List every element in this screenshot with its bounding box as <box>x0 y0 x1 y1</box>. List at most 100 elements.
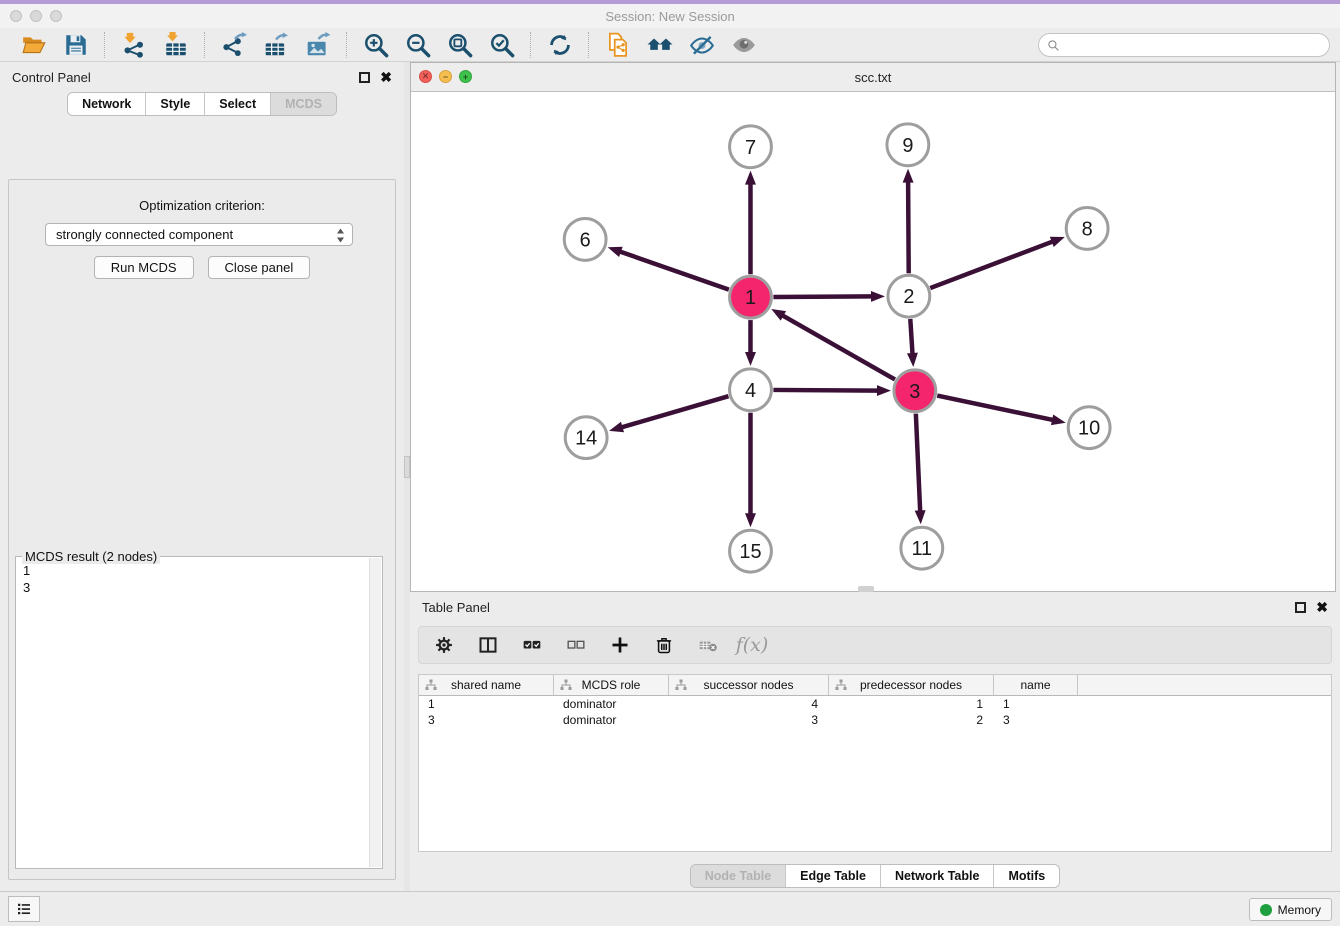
search-box <box>1038 33 1330 57</box>
graph-node-9[interactable]: 9 <box>887 124 929 166</box>
edge-1-7[interactable] <box>745 171 756 275</box>
control-panel-float-button[interactable] <box>359 72 370 83</box>
cell-name[interactable]: 1 <box>994 697 1078 711</box>
table-tab-edge-table[interactable]: Edge Table <box>785 865 880 887</box>
cell-successor-nodes[interactable]: 3 <box>669 713 829 727</box>
table-tab-network-table[interactable]: Network Table <box>880 865 994 887</box>
edge-3-1[interactable] <box>771 309 895 379</box>
edge-3-10[interactable] <box>937 396 1066 426</box>
result-scrollbar[interactable] <box>369 558 381 867</box>
export-image-button[interactable] <box>300 30 336 60</box>
export-network-button[interactable] <box>216 30 252 60</box>
edge-4-14[interactable] <box>609 396 728 432</box>
memory-button[interactable]: Memory <box>1249 898 1332 921</box>
edge-4-15[interactable] <box>745 413 756 528</box>
network-canvas[interactable]: 7 9 6 8 1 2 4 3 14 10 15 11 <box>411 91 1335 591</box>
edge-1-2[interactable] <box>773 291 885 302</box>
network-canvas-wrap: 7 9 6 8 1 2 4 3 14 10 15 11 <box>411 91 1335 591</box>
apply-layout-homes-button[interactable] <box>642 30 678 60</box>
graph-node-1[interactable]: 1 <box>730 276 772 318</box>
tab-network[interactable]: Network <box>68 93 145 115</box>
node-label: 1 <box>745 287 756 309</box>
hide-graphics-details-button[interactable] <box>684 30 720 60</box>
delete-columns-button[interactable] <box>651 632 677 658</box>
cell-name[interactable]: 3 <box>994 713 1078 727</box>
graph-node-7[interactable]: 7 <box>730 126 772 168</box>
table-tab-node-table[interactable]: Node Table <box>691 865 785 887</box>
open-session-button[interactable] <box>16 30 52 60</box>
edge-2-3[interactable] <box>907 319 918 367</box>
task-history-button[interactable] <box>8 896 40 922</box>
cell-shared-name[interactable]: 1 <box>419 697 554 711</box>
table-panel-float-button[interactable] <box>1295 602 1306 613</box>
close-view-icon[interactable]: ✕ <box>419 70 432 83</box>
edge-2-9[interactable] <box>903 169 914 274</box>
tab-select[interactable]: Select <box>204 93 270 115</box>
network-window-titlebar[interactable]: ✕ − + scc.txt <box>411 63 1335 92</box>
column-header-name[interactable]: name <box>994 675 1078 695</box>
table-panel-close-button[interactable]: ✖ <box>1316 600 1328 614</box>
graph-node-11[interactable]: 11 <box>901 527 943 569</box>
tab-style[interactable]: Style <box>145 93 204 115</box>
minimize-window-icon[interactable] <box>30 10 42 22</box>
zoom-in-button[interactable] <box>358 30 394 60</box>
table-row[interactable]: 3dominator323 <box>419 712 1331 728</box>
column-header-label: MCDS role <box>582 678 641 692</box>
zoom-out-button[interactable] <box>400 30 436 60</box>
edge-4-3[interactable] <box>773 385 891 396</box>
control-panel-close-button[interactable]: ✖ <box>380 70 392 84</box>
show-graphics-details-button[interactable] <box>726 30 762 60</box>
create-column-button[interactable] <box>607 632 633 658</box>
column-header-shared-name[interactable]: shared name <box>419 675 554 695</box>
close-panel-button[interactable]: Close panel <box>208 256 311 279</box>
maximize-view-icon[interactable]: + <box>459 70 472 83</box>
save-session-button[interactable] <box>58 30 94 60</box>
table-settings-button[interactable] <box>431 632 457 658</box>
refresh-view-button[interactable] <box>542 30 578 60</box>
split-panel-button[interactable] <box>475 632 501 658</box>
arrowhead-icon <box>1051 414 1066 425</box>
graph-node-15[interactable]: 15 <box>730 530 772 572</box>
column-header-predecessor-nodes[interactable]: predecessor nodes <box>829 675 994 695</box>
select-all-rows-button[interactable] <box>519 632 545 658</box>
new-network-from-selection-button[interactable] <box>600 30 636 60</box>
graph-node-10[interactable]: 10 <box>1068 407 1110 449</box>
minimize-view-icon[interactable]: − <box>439 70 452 83</box>
graph-node-14[interactable]: 14 <box>565 417 607 459</box>
zoom-fit-button[interactable] <box>442 30 478 60</box>
run-mcds-button[interactable]: Run MCDS <box>94 256 194 279</box>
graph-node-3[interactable]: 3 <box>894 370 936 412</box>
search-input[interactable] <box>1066 37 1321 53</box>
save-session-icon <box>63 32 89 58</box>
cell-predecessor-nodes[interactable]: 2 <box>829 713 994 727</box>
graph-node-6[interactable]: 6 <box>564 218 606 260</box>
table-row[interactable]: 1dominator411 <box>419 696 1331 712</box>
cell-shared-name[interactable]: 3 <box>419 713 554 727</box>
edge-2-8[interactable] <box>930 237 1065 288</box>
zoom-selected-button[interactable] <box>484 30 520 60</box>
zoom-window-icon[interactable] <box>50 10 62 22</box>
close-window-icon[interactable] <box>10 10 22 22</box>
import-table-button[interactable] <box>158 30 194 60</box>
app-window-controls <box>10 10 62 22</box>
cell-mcds-role[interactable]: dominator <box>554 713 669 727</box>
table-tab-motifs[interactable]: Motifs <box>993 865 1059 887</box>
graph-node-4[interactable]: 4 <box>730 369 772 411</box>
deselect-all-rows-button[interactable] <box>563 632 589 658</box>
edge-1-6[interactable] <box>608 247 729 290</box>
tab-mcds[interactable]: MCDS <box>270 93 336 115</box>
criterion-dropdown[interactable]: strongly connected component <box>45 223 353 246</box>
cell-successor-nodes[interactable]: 4 <box>669 697 829 711</box>
column-header-mcds-role[interactable]: MCDS role <box>554 675 669 695</box>
cell-predecessor-nodes[interactable]: 1 <box>829 697 994 711</box>
cell-mcds-role[interactable]: dominator <box>554 697 669 711</box>
graph-node-2[interactable]: 2 <box>888 275 930 317</box>
workspace: ✕ − + scc.txt 7968124314101511 Table Pan… <box>410 62 1340 892</box>
edge-3-11[interactable] <box>915 414 926 525</box>
column-header-successor-nodes[interactable]: successor nodes <box>669 675 829 695</box>
export-table-button[interactable] <box>258 30 294 60</box>
edge-1-4[interactable] <box>745 320 756 366</box>
import-network-button[interactable] <box>116 30 152 60</box>
arrowhead-icon <box>771 309 786 321</box>
graph-node-8[interactable]: 8 <box>1066 208 1108 250</box>
